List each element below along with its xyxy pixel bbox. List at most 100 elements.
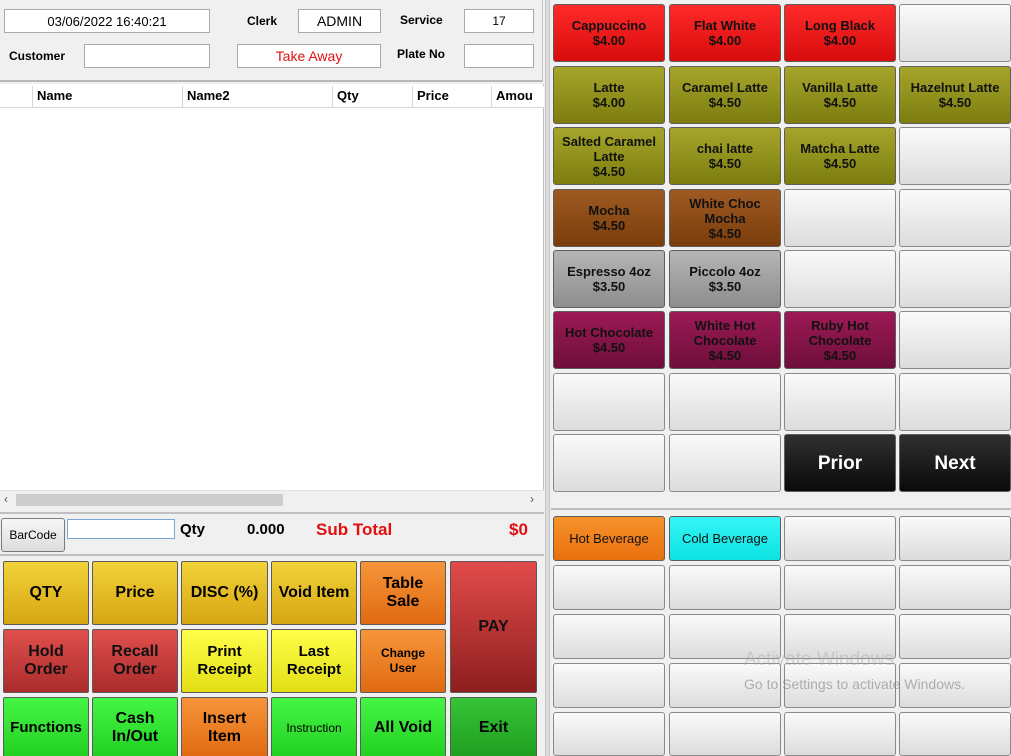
product-tile[interactable]: Hazelnut Latte $4.50 (899, 66, 1011, 124)
empty-category-tile[interactable] (669, 614, 781, 659)
print-receipt-button[interactable]: Print Receipt (181, 629, 268, 693)
product-price: $4.50 (938, 95, 972, 110)
price-button[interactable]: Price (92, 561, 178, 625)
pay-button[interactable]: PAY (450, 561, 537, 693)
product-tile[interactable]: Latte $4.00 (553, 66, 665, 124)
product-price: $4.00 (592, 33, 626, 48)
empty-category-tile[interactable] (784, 614, 896, 659)
last-receipt-button[interactable]: Last Receipt (271, 629, 357, 693)
scroll-right-icon[interactable]: › (530, 492, 534, 506)
order-type-button[interactable]: Take Away (237, 44, 381, 68)
product-tile[interactable]: White Hot Chocolate $4.50 (669, 311, 781, 369)
column-price[interactable]: Price (413, 86, 492, 107)
product-name: Piccolo 4oz (689, 264, 761, 279)
table-sale-button[interactable]: Table Sale (360, 561, 446, 625)
empty-product-tile[interactable] (669, 434, 781, 492)
all-void-button[interactable]: All Void (360, 697, 446, 756)
empty-category-tile[interactable] (784, 565, 896, 610)
barcode-input[interactable] (67, 519, 175, 539)
customer-field[interactable] (84, 44, 210, 68)
prior-page-button[interactable]: Prior (784, 434, 896, 492)
product-name: chai latte (696, 141, 754, 156)
empty-category-tile[interactable] (899, 565, 1011, 610)
column-name[interactable]: Name (33, 86, 183, 107)
product-tile[interactable]: Flat White $4.00 (669, 4, 781, 62)
product-panel: Cappuccino $4.00 Flat White $4.00 Long Bla… (551, 0, 1011, 505)
empty-product-tile[interactable] (784, 189, 896, 247)
product-price: $4.50 (708, 347, 742, 363)
empty-product-tile[interactable] (553, 373, 665, 431)
scroll-left-icon[interactable]: ‹ (4, 492, 8, 506)
empty-category-tile[interactable] (553, 663, 665, 708)
print-receipt-label-2: Receipt (197, 661, 252, 678)
product-tile[interactable]: Matcha Latte $4.50 (784, 127, 896, 185)
column-amount[interactable]: Amou (492, 86, 544, 107)
empty-product-tile[interactable] (899, 189, 1011, 247)
category-cold-beverage[interactable]: Cold Beverage (669, 516, 781, 561)
product-tile[interactable]: Salted Caramel Latte $4.50 (553, 127, 665, 185)
instruction-button[interactable]: Instruction (271, 697, 357, 756)
column-qty[interactable]: Qty (333, 86, 413, 107)
empty-category-tile[interactable] (784, 663, 896, 708)
exit-button[interactable]: Exit (450, 697, 537, 756)
empty-category-tile[interactable] (553, 614, 665, 659)
pane-splitter[interactable] (545, 0, 550, 756)
table-sale-label-1: Table (382, 575, 424, 592)
product-tile[interactable]: Hot Chocolate $4.50 (553, 311, 665, 369)
empty-product-tile[interactable] (669, 373, 781, 431)
functions-button[interactable]: Functions (3, 697, 89, 756)
product-tile[interactable]: Mocha $4.50 (553, 189, 665, 247)
qty-button[interactable]: QTY (3, 561, 89, 625)
recall-order-button[interactable]: Recall Order (92, 629, 178, 693)
product-tile[interactable]: chai latte $4.50 (669, 127, 781, 185)
void-item-button-label: Void Item (278, 584, 350, 601)
barcode-button[interactable]: BarCode (1, 518, 65, 552)
product-tile[interactable]: Espresso 4oz $3.50 (553, 250, 665, 308)
product-tile[interactable]: White Choc Mocha $4.50 (669, 189, 781, 247)
product-tile[interactable]: Long Black $4.00 (784, 4, 896, 62)
order-grid[interactable]: Name Name2 Qty Price Amou ‹ › (0, 84, 544, 508)
hold-order-button[interactable]: Hold Order (3, 629, 89, 693)
empty-product-tile[interactable] (899, 311, 1011, 369)
empty-category-tile[interactable] (669, 565, 781, 610)
subtotal-value: $0 (509, 520, 528, 539)
all-void-button-label: All Void (373, 718, 433, 736)
category-label: Cold Beverage (682, 531, 768, 546)
scroll-thumb[interactable] (16, 494, 283, 506)
empty-product-tile[interactable] (553, 434, 665, 492)
empty-product-tile[interactable] (899, 127, 1011, 185)
discount-button[interactable]: DISC (%) (181, 561, 268, 625)
empty-category-tile[interactable] (784, 516, 896, 561)
empty-category-tile[interactable] (553, 712, 665, 756)
next-page-button[interactable]: Next (899, 434, 1011, 492)
empty-category-tile[interactable] (899, 712, 1011, 756)
empty-product-tile[interactable] (899, 250, 1011, 308)
product-tile[interactable]: Vanilla Latte $4.50 (784, 66, 896, 124)
service-field[interactable]: 17 (464, 9, 534, 33)
category-hot-beverage[interactable]: Hot Beverage (553, 516, 665, 561)
empty-category-tile[interactable] (899, 614, 1011, 659)
empty-category-tile[interactable] (669, 663, 781, 708)
plate-field[interactable] (464, 44, 534, 68)
empty-category-tile[interactable] (899, 516, 1011, 561)
change-user-button[interactable]: Change User (360, 629, 446, 693)
qty-value: 0.000 (247, 521, 285, 538)
empty-category-tile[interactable] (553, 565, 665, 610)
empty-product-tile[interactable] (784, 250, 896, 308)
column-name2[interactable]: Name2 (183, 86, 333, 107)
horizontal-scrollbar[interactable]: ‹ › (0, 490, 544, 508)
cash-in-out-button[interactable]: Cash In/Out (92, 697, 178, 756)
product-name: Hazelnut Latte (910, 80, 1000, 95)
empty-category-tile[interactable] (899, 663, 1011, 708)
product-tile[interactable]: Piccolo 4oz $3.50 (669, 250, 781, 308)
insert-item-button[interactable]: Insert Item (181, 697, 268, 756)
empty-product-tile[interactable] (784, 373, 896, 431)
product-tile[interactable]: Cappuccino $4.00 (553, 4, 665, 62)
void-item-button[interactable]: Void Item (271, 561, 357, 625)
product-tile[interactable]: Caramel Latte $4.50 (669, 66, 781, 124)
empty-category-tile[interactable] (669, 712, 781, 756)
empty-category-tile[interactable] (784, 712, 896, 756)
product-tile[interactable]: Ruby Hot Chocolate $4.50 (784, 311, 896, 369)
empty-product-tile[interactable] (899, 4, 1011, 62)
empty-product-tile[interactable] (899, 373, 1011, 431)
